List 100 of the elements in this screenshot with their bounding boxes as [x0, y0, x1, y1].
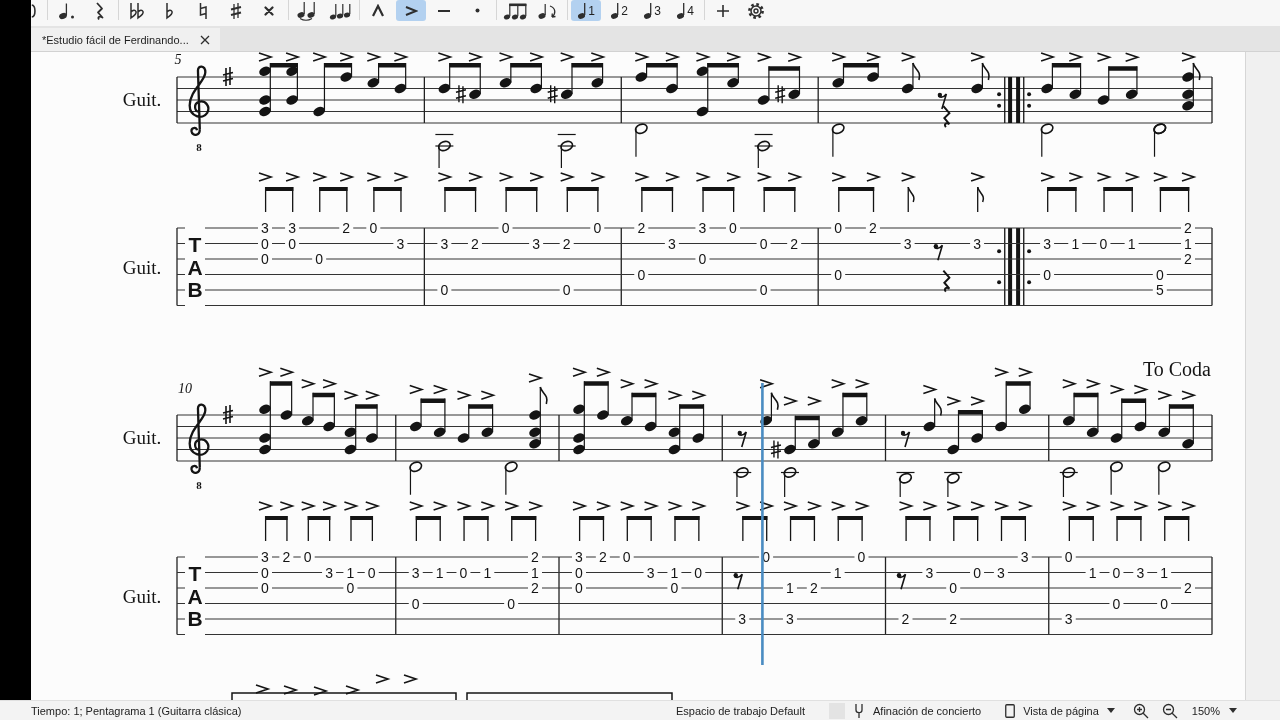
fret-number: 1 [786, 580, 794, 596]
note-icon [610, 1, 621, 20]
zoom-in-button[interactable] [1132, 701, 1149, 720]
fret-number: 2 [282, 549, 291, 565]
natural-icon [198, 1, 208, 20]
fret-number: 0 [834, 266, 843, 283]
voice-button[interactable]: 1 [571, 0, 601, 21]
quarter-rest-icon [942, 269, 951, 293]
fret-number: 0 [637, 266, 646, 283]
view-mode-dropdown[interactable]: Vista de página [1005, 701, 1115, 720]
fret-number: 0 [1112, 595, 1121, 612]
fret-number: 3 [261, 220, 269, 236]
fret-number: 0 [315, 251, 324, 267]
fret-number: 3 [903, 235, 912, 252]
fret-number: 0 [288, 235, 296, 252]
fret-number: 0 [303, 549, 312, 565]
staff-label: Guit. [122, 257, 162, 278]
fret-number: 0 [1160, 595, 1169, 612]
fret-number: 1 [435, 564, 444, 581]
treble-clef-icon [188, 65, 210, 136]
fret-number: 1 [1127, 235, 1136, 252]
eighth-rest-icon [896, 573, 907, 591]
fret-number: 3 [1064, 611, 1073, 627]
fret-number: 3 [396, 235, 405, 252]
zoom-out-icon [1161, 702, 1178, 719]
measure-number: 10 [178, 381, 192, 396]
fret-number: 0 [261, 580, 269, 596]
fret-number: 2 [949, 611, 958, 627]
fret-number: 2 [869, 220, 877, 236]
fret-number: 2 [1184, 220, 1192, 236]
fret-number: 0 [261, 564, 269, 581]
tab-clef: TAB [187, 562, 203, 630]
accent-icon [404, 4, 418, 17]
fret-number: 3 [575, 549, 583, 565]
fret-number: 0 [575, 580, 583, 596]
zoom-in-icon [1132, 702, 1149, 719]
fret-number: 0 [762, 549, 770, 565]
note-icon [577, 1, 588, 20]
settings-icon [747, 1, 765, 20]
zoom-dropdown[interactable]: 150% [1191, 701, 1237, 720]
close-icon [199, 34, 210, 45]
document-tab[interactable]: *Estudio fácil de Ferdinando... [31, 28, 220, 51]
fret-number: 0 [507, 595, 516, 612]
fret-number: 3 [1043, 235, 1051, 252]
fret-number: 2 [562, 235, 571, 252]
workspace-button[interactable]: Espacio de trabajo Default [675, 701, 805, 720]
fret-number: 0 [369, 220, 378, 236]
fret-number: 0 [698, 251, 707, 267]
fret-number: 0 [346, 580, 355, 596]
fret-number: 0 [367, 564, 376, 581]
marcato-icon [371, 3, 385, 18]
voice-button[interactable]: 2 [604, 0, 634, 21]
fret-number: 2 [901, 611, 910, 627]
fret-number: 0 [440, 282, 449, 298]
note-icon [643, 1, 654, 20]
voice-button[interactable]: 4 [670, 0, 700, 21]
fret-number: 0 [1099, 235, 1108, 252]
caret-icon [1106, 708, 1115, 713]
clef-octave-number: 8 [196, 141, 202, 153]
caret-icon [1229, 708, 1237, 713]
fret-number: 1 [833, 564, 842, 581]
fret-number: 3 [532, 235, 540, 252]
fret-number: 2 [471, 235, 479, 252]
fret-number: 3 [698, 220, 707, 236]
fret-number: 3 [440, 235, 449, 252]
clef-octave-number: 8 [196, 479, 202, 491]
staff-label: Guit. [122, 586, 162, 607]
eighth-rest-icon [933, 244, 944, 262]
voice-button[interactable]: 3 [637, 0, 667, 21]
fret-number: 2 [1184, 251, 1192, 267]
measure-number: 5 [174, 52, 182, 67]
fret-number: 3 [646, 564, 655, 581]
fret-number: 0 [1112, 564, 1121, 581]
key-signature-sharp-icon [222, 66, 234, 87]
fret-number: 3 [997, 564, 1005, 581]
zoom-out-button[interactable] [1161, 701, 1178, 720]
staccato-icon [474, 8, 480, 13]
fret-number: 3 [667, 235, 676, 252]
fret-number: 0 [670, 580, 679, 596]
page-icon [1005, 703, 1016, 718]
status-text: Tiempo: 1; Pentagrama 1 (Guitarra clásica) [31, 704, 242, 717]
fret-number: 1 [531, 564, 539, 581]
concert-pitch-button[interactable]: Afinación de concierto [854, 701, 982, 720]
coda-marking: To Coda [1142, 358, 1211, 380]
fret-number: 2 [637, 220, 646, 236]
fret-number: 0 [261, 235, 269, 252]
fret-number: 0 [562, 282, 571, 298]
accent-button[interactable] [396, 0, 426, 21]
dotted-note-icon [57, 1, 75, 20]
fret-number: 1 [346, 564, 355, 581]
fret-number: 0 [834, 220, 843, 236]
fret-number: 0 [261, 251, 269, 267]
fret-number: 0 [501, 220, 510, 236]
curve-icon [31, 2, 37, 19]
staff-label: Guit. [122, 427, 162, 448]
fret-number: 0 [949, 580, 958, 596]
tuning-fork-icon [854, 702, 864, 719]
fret-number: 0 [593, 220, 602, 236]
fret-number: 0 [622, 549, 631, 565]
fret-number: 2 [531, 580, 539, 596]
